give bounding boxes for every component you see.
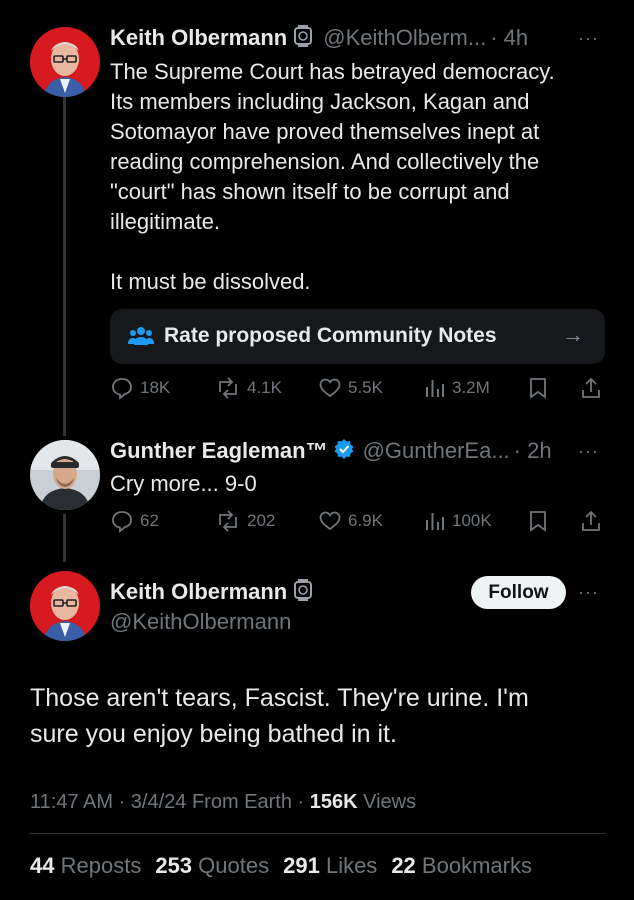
tweet3-header: Keith Olbermann	[110, 578, 313, 606]
tweet1-like-count: 5.5K	[348, 378, 383, 397]
tweet3-views-label: Views	[357, 791, 417, 813]
tweet1-line: Sotomayor have proved themselves inept a…	[110, 119, 540, 144]
heart-icon	[318, 509, 342, 533]
tweet2-header: Gunther Eagleman™ @GuntherEa... · 2h	[110, 437, 600, 465]
tweet1-line: Its members including Jackson, Kagan and	[110, 89, 530, 114]
verified-badge-icon	[333, 438, 355, 465]
likes-stat-label: Likes	[325, 853, 378, 878]
follow-button[interactable]: Follow	[471, 576, 566, 609]
tweet2-repost-count: 202	[247, 511, 276, 530]
quotes-stat-label: Quotes	[198, 853, 270, 878]
org-badge-icon	[293, 24, 313, 52]
tweet2-views-button[interactable]: 100K	[424, 509, 492, 533]
tweet2-reply-count: 62	[140, 511, 159, 530]
quotes-stat-count: 253	[155, 853, 193, 878]
tweet3-line: Those aren't tears, Fascist. They're uri…	[30, 684, 529, 712]
share-icon	[580, 509, 602, 533]
tweet1-repost-button[interactable]: 4.1K	[215, 376, 282, 400]
tweet1-line: illegitimate.	[110, 209, 221, 234]
stats-divider	[30, 833, 606, 834]
tweet3-line: sure you enjoy being bathed in it.	[30, 720, 397, 748]
tweet3-author-name[interactable]: Keith Olbermann	[110, 579, 287, 605]
tweet1-line: reading comprehension. And collectively …	[110, 149, 540, 174]
reposts-stat-count: 44	[30, 853, 55, 878]
community-notes-button[interactable]: Rate proposed Community Notes →	[110, 309, 605, 364]
tweet3-views-count: 156K	[309, 791, 358, 813]
repost-icon	[215, 509, 241, 533]
reposts-stat[interactable]: 44 Reposts	[30, 853, 141, 879]
tweet1-timestamp[interactable]: · 4h	[490, 25, 528, 51]
avatar-keith-olbermann[interactable]	[30, 571, 100, 641]
community-users-icon	[128, 325, 154, 352]
heart-icon	[318, 376, 342, 400]
tweet2-text: Cry more... 9-0	[110, 471, 257, 496]
tweet2-views-count: 100K	[452, 511, 492, 530]
tweet3-timestamp[interactable]: 11:47 AM · 3/4/24 From Earth ·	[30, 791, 310, 813]
tweet2-like-count: 6.9K	[348, 511, 383, 530]
community-notes-label: Rate proposed Community Notes	[164, 324, 497, 347]
org-badge-icon	[293, 578, 313, 606]
tweet1-line: It must be dissolved.	[110, 269, 311, 294]
tweet1-header: Keith Olbermann @KeithOlberm... · 4h	[110, 24, 600, 52]
thread-line-2	[63, 514, 66, 562]
views-chart-icon	[424, 509, 446, 533]
reposts-stat-label: Reposts	[60, 853, 142, 878]
arrow-right-icon: →	[562, 322, 584, 347]
tweet1-reply-button[interactable]: 18K	[110, 376, 170, 400]
tweet1-views-count: 3.2M	[452, 378, 490, 397]
tweet3-more-icon[interactable]: ···	[578, 582, 599, 603]
tweet1-line: The Supreme Court has betrayed democracy…	[110, 59, 555, 84]
likes-stat[interactable]: 291 Likes	[283, 853, 377, 879]
views-chart-icon	[424, 376, 446, 400]
bookmark-icon	[528, 509, 548, 533]
tweet2-share-button[interactable]	[580, 509, 602, 533]
reply-icon	[110, 509, 134, 533]
tweet1-reply-count: 18K	[140, 378, 171, 397]
tweet3-text: Those aren't tears, Fascist. They're uri…	[30, 680, 610, 752]
tweet1-repost-count: 4.1K	[247, 378, 282, 397]
bookmark-icon	[528, 376, 548, 400]
bookmarks-stat-label: Bookmarks	[421, 853, 532, 878]
thread-line-1	[63, 96, 66, 436]
avatar-keith-olbermann[interactable]	[30, 27, 100, 97]
tweet1-bookmark-button[interactable]	[528, 376, 548, 400]
tweet1-like-button[interactable]: 5.5K	[318, 376, 383, 400]
tweet1-author-name[interactable]: Keith Olbermann	[110, 25, 287, 51]
tweet1-share-button[interactable]	[580, 376, 602, 400]
tweet2-author-handle[interactable]: @GuntherEa...	[363, 438, 510, 464]
tweet1-more-icon[interactable]: ···	[578, 28, 599, 49]
likes-stat-count: 291	[283, 853, 320, 878]
tweet2-author-name[interactable]: Gunther Eagleman™	[110, 438, 328, 464]
tweet2-like-button[interactable]: 6.9K	[318, 509, 383, 533]
tweet3-author-handle[interactable]: @KeithOlbermann	[110, 609, 291, 635]
bookmarks-stat-count: 22	[391, 853, 416, 878]
reply-icon	[110, 376, 134, 400]
tweet2-reply-button[interactable]: 62	[110, 509, 159, 533]
tweet2-timestamp[interactable]: · 2h	[514, 438, 552, 464]
tweet1-views-button[interactable]: 3.2M	[424, 376, 490, 400]
bookmarks-stat[interactable]: 22 Bookmarks	[391, 853, 532, 879]
tweet2-bookmark-button[interactable]	[528, 509, 548, 533]
repost-icon	[215, 376, 241, 400]
quotes-stat[interactable]: 253 Quotes	[155, 853, 269, 879]
tweet2-more-icon[interactable]: ···	[578, 441, 599, 462]
tweet1-author-handle[interactable]: @KeithOlberm...	[323, 25, 486, 51]
tweet2-repost-button[interactable]: 202	[215, 509, 275, 533]
tweet3-meta: 11:47 AM · 3/4/24 From Earth · 156K View…	[30, 791, 416, 814]
share-icon	[580, 376, 602, 400]
avatar-gunther-eagleman[interactable]	[30, 440, 100, 510]
tweet1-text: The Supreme Court has betrayed democracy…	[110, 57, 610, 297]
tweet1-line: "court" has shown itself to be corrupt a…	[110, 179, 510, 204]
tweet3-stats: 44 Reposts 253 Quotes 291 Likes 22 Bookm…	[30, 853, 532, 879]
